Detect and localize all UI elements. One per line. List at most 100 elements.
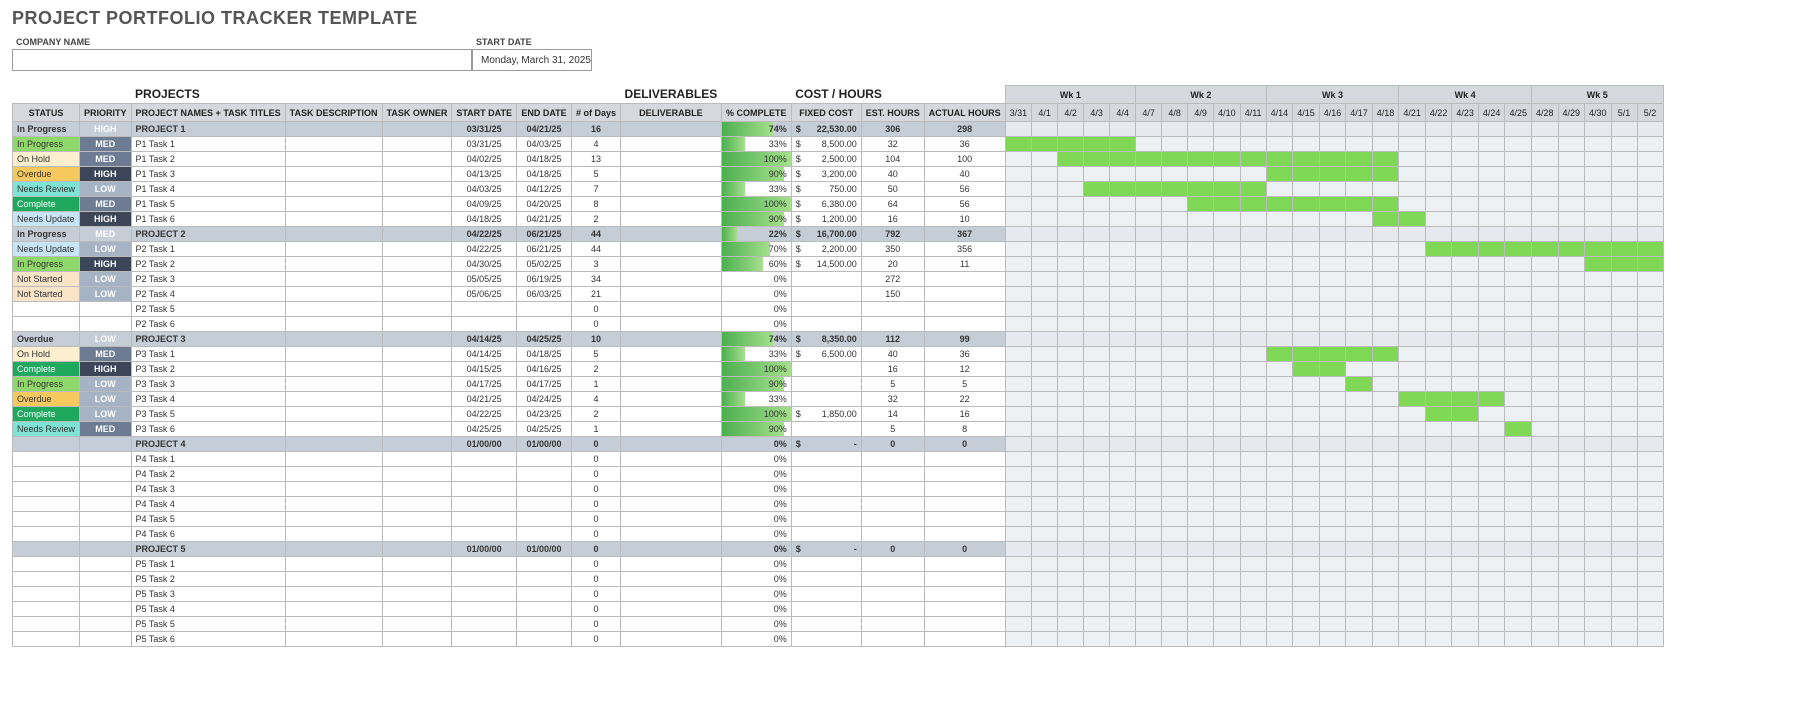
est-cell[interactable]: 32	[861, 137, 924, 152]
name-cell[interactable]: P3 Task 3	[131, 377, 285, 392]
status-cell[interactable]	[13, 557, 80, 572]
start-cell[interactable]: 05/06/25	[452, 287, 517, 302]
start-cell[interactable]	[452, 497, 517, 512]
cost-cell[interactable]: $-	[791, 437, 861, 452]
pct-cell[interactable]: 0%	[721, 482, 791, 497]
task-row[interactable]: OverdueHIGHP1 Task 304/13/2504/18/25590%…	[13, 167, 1664, 182]
days-cell[interactable]: 0	[572, 572, 621, 587]
name-cell[interactable]: P2 Task 5	[131, 302, 285, 317]
status-cell[interactable]: Needs Update	[13, 242, 80, 257]
owner-cell[interactable]	[382, 302, 452, 317]
end-cell[interactable]	[517, 632, 572, 647]
start-cell[interactable]: 03/31/25	[452, 137, 517, 152]
desc-cell[interactable]	[285, 287, 382, 302]
deliverable-cell[interactable]	[621, 572, 722, 587]
status-cell[interactable]: In Progress	[13, 227, 80, 242]
est-cell[interactable]	[861, 452, 924, 467]
act-cell[interactable]: 36	[924, 347, 1005, 362]
task-row[interactable]: In ProgressMEDP1 Task 103/31/2504/03/254…	[13, 137, 1664, 152]
owner-cell[interactable]	[382, 272, 452, 287]
task-row[interactable]: P2 Task 500%	[13, 302, 1664, 317]
end-cell[interactable]	[517, 482, 572, 497]
start-cell[interactable]	[452, 572, 517, 587]
cost-cell[interactable]	[791, 572, 861, 587]
priority-cell[interactable]: LOW	[80, 182, 132, 197]
end-cell[interactable]: 04/17/25	[517, 377, 572, 392]
priority-cell[interactable]	[80, 572, 132, 587]
cost-cell[interactable]	[791, 617, 861, 632]
desc-cell[interactable]	[285, 317, 382, 332]
est-cell[interactable]: 112	[861, 332, 924, 347]
deliverable-cell[interactable]	[621, 602, 722, 617]
pct-cell[interactable]: 33%	[721, 137, 791, 152]
desc-cell[interactable]	[285, 242, 382, 257]
act-cell[interactable]: 12	[924, 362, 1005, 377]
days-cell[interactable]: 0	[572, 452, 621, 467]
name-cell[interactable]: PROJECT 4	[131, 437, 285, 452]
status-cell[interactable]	[13, 512, 80, 527]
task-row[interactable]: P5 Task 300%	[13, 587, 1664, 602]
deliverable-cell[interactable]	[621, 497, 722, 512]
start-cell[interactable]: 04/17/25	[452, 377, 517, 392]
start-cell[interactable]: 03/31/25	[452, 122, 517, 137]
status-cell[interactable]: Not Started	[13, 272, 80, 287]
est-cell[interactable]: 32	[861, 392, 924, 407]
task-row[interactable]: CompleteMEDP1 Task 504/09/2504/20/258100…	[13, 197, 1664, 212]
start-cell[interactable]	[452, 617, 517, 632]
start-cell[interactable]	[452, 302, 517, 317]
cost-cell[interactable]	[791, 317, 861, 332]
cost-cell[interactable]: $6,500.00	[791, 347, 861, 362]
desc-cell[interactable]	[285, 542, 382, 557]
deliverable-cell[interactable]	[621, 317, 722, 332]
desc-cell[interactable]	[285, 197, 382, 212]
status-cell[interactable]: In Progress	[13, 137, 80, 152]
status-cell[interactable]: Complete	[13, 407, 80, 422]
deliverable-cell[interactable]	[621, 617, 722, 632]
owner-cell[interactable]	[382, 572, 452, 587]
act-cell[interactable]	[924, 557, 1005, 572]
act-cell[interactable]: 5	[924, 377, 1005, 392]
desc-cell[interactable]	[285, 422, 382, 437]
owner-cell[interactable]	[382, 497, 452, 512]
days-cell[interactable]: 2	[572, 362, 621, 377]
task-row[interactable]: P4 Task 100%	[13, 452, 1664, 467]
priority-cell[interactable]	[80, 437, 132, 452]
deliverable-cell[interactable]	[621, 542, 722, 557]
end-cell[interactable]	[517, 572, 572, 587]
est-cell[interactable]: 20	[861, 257, 924, 272]
est-cell[interactable]	[861, 617, 924, 632]
days-cell[interactable]: 0	[572, 632, 621, 647]
est-cell[interactable]	[861, 587, 924, 602]
cost-cell[interactable]: $3,200.00	[791, 167, 861, 182]
status-cell[interactable]: On Hold	[13, 347, 80, 362]
est-cell[interactable]	[861, 632, 924, 647]
owner-cell[interactable]	[382, 452, 452, 467]
act-cell[interactable]: 56	[924, 182, 1005, 197]
name-cell[interactable]: PROJECT 2	[131, 227, 285, 242]
priority-cell[interactable]: MED	[80, 152, 132, 167]
name-cell[interactable]: P1 Task 2	[131, 152, 285, 167]
cost-cell[interactable]	[791, 287, 861, 302]
start-cell[interactable]: 04/18/25	[452, 212, 517, 227]
project-row[interactable]: OverdueLOWPROJECT 304/14/2504/25/251074%…	[13, 332, 1664, 347]
act-cell[interactable]: 367	[924, 227, 1005, 242]
days-cell[interactable]: 2	[572, 407, 621, 422]
pct-cell[interactable]: 33%	[721, 182, 791, 197]
desc-cell[interactable]	[285, 587, 382, 602]
est-cell[interactable]: 16	[861, 212, 924, 227]
start-cell[interactable]: 04/30/25	[452, 257, 517, 272]
start-date-input[interactable]: Monday, March 31, 2025	[472, 49, 592, 71]
owner-cell[interactable]	[382, 437, 452, 452]
pct-cell[interactable]: 0%	[721, 437, 791, 452]
pct-cell[interactable]: 33%	[721, 392, 791, 407]
name-cell[interactable]: P1 Task 3	[131, 167, 285, 182]
est-cell[interactable]: 306	[861, 122, 924, 137]
act-cell[interactable]: 40	[924, 167, 1005, 182]
status-cell[interactable]: Overdue	[13, 167, 80, 182]
act-cell[interactable]	[924, 572, 1005, 587]
days-cell[interactable]: 0	[572, 617, 621, 632]
status-cell[interactable]: In Progress	[13, 377, 80, 392]
start-cell[interactable]	[452, 602, 517, 617]
status-cell[interactable]: On Hold	[13, 152, 80, 167]
owner-cell[interactable]	[382, 377, 452, 392]
